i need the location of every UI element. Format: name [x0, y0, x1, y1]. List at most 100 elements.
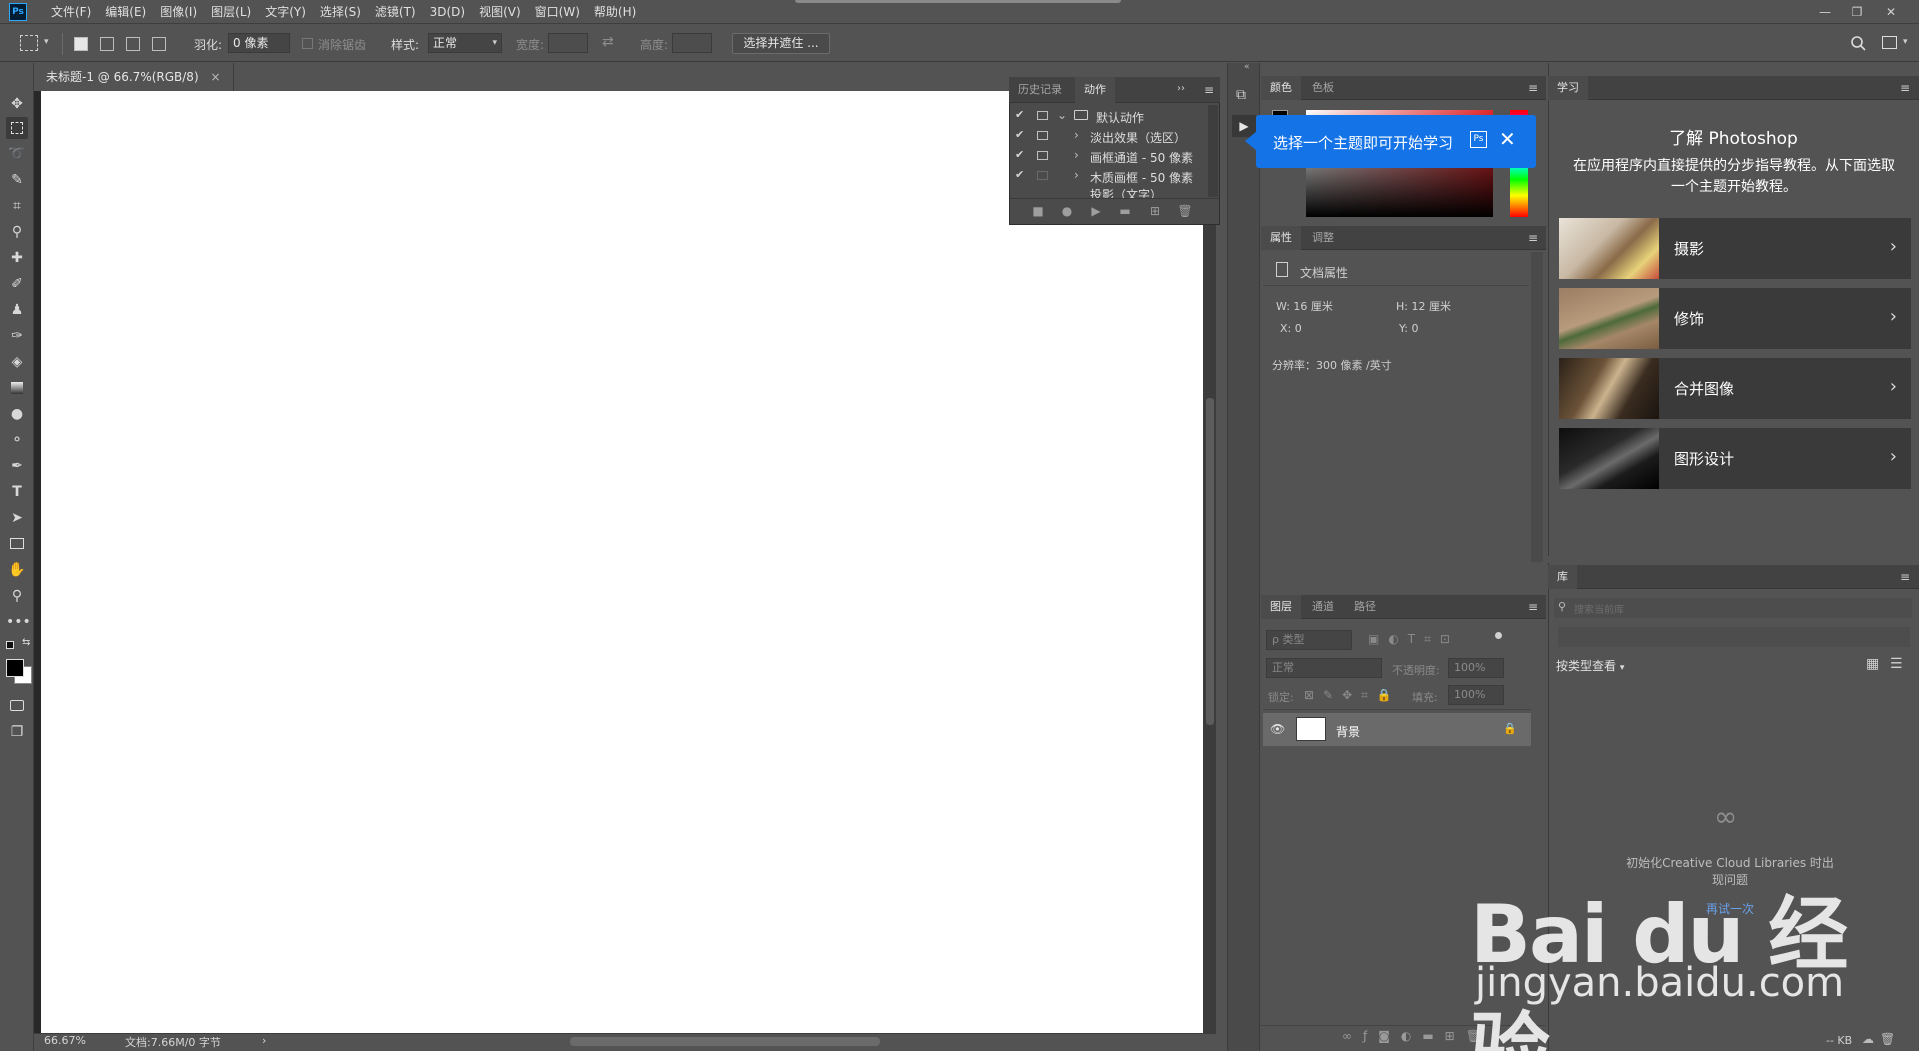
- action-row[interactable]: ✔ › 木质画框 - 50 像素: [1010, 166, 1208, 186]
- opacity-input[interactable]: 100%: [1448, 658, 1504, 678]
- height-input[interactable]: [672, 33, 712, 53]
- style-select[interactable]: 正常 ▾: [428, 33, 502, 53]
- zoom-level[interactable]: 66.67%: [44, 1034, 86, 1047]
- brush-tool-icon[interactable]: ✐: [6, 273, 28, 295]
- rectangle-tool-icon[interactable]: [6, 533, 28, 555]
- check-icon[interactable]: ✔: [1015, 148, 1024, 161]
- workspace-icon[interactable]: [1882, 36, 1897, 49]
- subtract-selection-icon[interactable]: [126, 37, 140, 51]
- history-panel-icon[interactable]: ⧉: [1236, 87, 1246, 103]
- eyedropper-tool-icon[interactable]: ⚲: [6, 221, 28, 243]
- tab-actions[interactable]: 动作: [1075, 77, 1115, 103]
- chevron-down-icon[interactable]: ⌄: [1057, 108, 1067, 122]
- foreground-color-swatch[interactable]: [6, 659, 24, 677]
- y-value[interactable]: Y: 0: [1399, 322, 1418, 335]
- swap-icon[interactable]: ⇄: [602, 34, 614, 50]
- close-tab-icon[interactable]: ×: [210, 70, 220, 84]
- clone-stamp-tool-icon[interactable]: ♟: [6, 299, 28, 321]
- library-search-field[interactable]: ⚲ 搜索当前库: [1554, 598, 1912, 618]
- menu-layer[interactable]: 图层(L): [204, 0, 258, 24]
- menu-window[interactable]: 窗口(W): [528, 0, 587, 24]
- tab-adjustments[interactable]: 调整: [1303, 226, 1343, 250]
- feather-input[interactable]: 0 像素: [228, 33, 290, 53]
- check-icon[interactable]: ✔: [1015, 168, 1024, 181]
- fill-input[interactable]: 100%: [1448, 685, 1504, 705]
- tab-swatches[interactable]: 色板: [1303, 76, 1343, 100]
- horizontal-scrollbar-thumb[interactable]: [570, 1037, 880, 1046]
- action-row[interactable]: ✔ › 画框通道 - 50 像素: [1010, 146, 1208, 166]
- chevron-right-icon[interactable]: ›: [1074, 148, 1079, 162]
- more-tools-icon[interactable]: •••: [6, 611, 31, 633]
- panel-menu-icon[interactable]: ≡: [1898, 81, 1912, 95]
- dialog-toggle-icon[interactable]: [1037, 151, 1048, 160]
- learn-topic-composite[interactable]: 合并图像 ›: [1559, 358, 1911, 419]
- library-select[interactable]: [1558, 627, 1910, 647]
- marquee-preset-icon[interactable]: [20, 35, 38, 51]
- menu-type[interactable]: 文字(Y): [258, 0, 313, 24]
- hand-tool-icon[interactable]: ✋: [6, 559, 28, 581]
- new-set-folder-icon[interactable]: ▬: [1117, 203, 1133, 219]
- filter-toggle-icon[interactable]: [1495, 632, 1502, 639]
- quick-mask-icon[interactable]: [6, 695, 28, 717]
- menu-select[interactable]: 选择(S): [313, 0, 368, 24]
- actions-scrollbar[interactable]: [1208, 105, 1218, 197]
- view-by-type-select[interactable]: 按类型查看 ▾: [1556, 657, 1624, 674]
- dodge-tool-icon[interactable]: ⚬: [6, 429, 28, 451]
- marquee-tool-icon[interactable]: [6, 117, 28, 139]
- document-tab[interactable]: 未标题-1 @ 66.7%(RGB/8) ×: [34, 63, 234, 91]
- move-tool-icon[interactable]: ✥: [6, 93, 28, 115]
- type-tool-icon[interactable]: T: [6, 481, 28, 503]
- x-value[interactable]: X: 0: [1280, 322, 1302, 335]
- collapse-panel-icon[interactable]: ››: [1177, 83, 1185, 94]
- panel-menu-icon[interactable]: ≡: [1526, 600, 1540, 614]
- width-value[interactable]: W: 16 厘米: [1276, 298, 1333, 314]
- learn-topic-photography[interactable]: 摄影 ›: [1559, 218, 1911, 279]
- tab-learn[interactable]: 学习: [1548, 76, 1588, 100]
- layer-filter-select[interactable]: ρ 类型: [1266, 630, 1352, 650]
- document-canvas[interactable]: [41, 91, 1203, 1033]
- zoom-tool-icon[interactable]: ⚲: [6, 585, 28, 607]
- action-row[interactable]: ✔ › 淡出效果（选区）: [1010, 126, 1208, 146]
- lock-icon[interactable]: 🔒: [1503, 722, 1517, 735]
- close-icon[interactable]: ✕: [1499, 127, 1516, 151]
- play-icon[interactable]: ▶: [1088, 203, 1104, 219]
- width-input[interactable]: [548, 33, 588, 53]
- menu-edit[interactable]: 编辑(E): [98, 0, 153, 24]
- tab-history[interactable]: 历史记录: [1009, 77, 1071, 103]
- crop-tool-icon[interactable]: ⌗: [6, 195, 28, 217]
- dialog-toggle-icon[interactable]: [1037, 111, 1048, 120]
- action-set-row[interactable]: ✔ ⌄ 默认动作: [1010, 106, 1208, 126]
- tab-libraries[interactable]: 库: [1548, 565, 1577, 589]
- antialias-checkbox[interactable]: [302, 38, 313, 49]
- layer-thumbnail[interactable]: [1296, 717, 1326, 741]
- panel-menu-icon[interactable]: ≡: [1526, 231, 1540, 245]
- swap-colors-icon[interactable]: ⇆: [22, 637, 30, 648]
- tab-layers[interactable]: 图层: [1261, 595, 1301, 619]
- menu-image[interactable]: 图像(I): [153, 0, 204, 24]
- select-and-mask-button[interactable]: 选择并遮住 ...: [732, 33, 830, 54]
- record-icon[interactable]: ●: [1059, 203, 1075, 219]
- tab-paths[interactable]: 路径: [1345, 595, 1385, 619]
- dialog-toggle-icon[interactable]: [1037, 131, 1048, 140]
- panel-menu-icon[interactable]: ≡: [1898, 570, 1912, 584]
- pen-tool-icon[interactable]: ✒: [6, 455, 28, 477]
- quick-select-tool-icon[interactable]: ✎: [6, 169, 28, 191]
- dialog-toggle-icon[interactable]: [1037, 171, 1048, 180]
- minimize-button[interactable]: —: [1812, 2, 1838, 22]
- lock-icons[interactable]: ⊠✎✥⌗🔒: [1304, 688, 1401, 703]
- tab-color[interactable]: 颜色: [1261, 76, 1301, 100]
- gradient-tool-icon[interactable]: [6, 377, 28, 399]
- vertical-scrollbar-thumb[interactable]: [1206, 398, 1214, 725]
- learn-topic-retouch[interactable]: 修饰 ›: [1559, 288, 1911, 349]
- blend-mode-select[interactable]: 正常: [1266, 658, 1382, 678]
- intersect-selection-icon[interactable]: [152, 37, 166, 51]
- status-menu-arrow-icon[interactable]: ›: [262, 1034, 266, 1047]
- close-window-button[interactable]: ✕: [1878, 2, 1904, 22]
- trash-icon[interactable]: 🗑: [1177, 203, 1193, 219]
- chevron-right-icon[interactable]: ›: [1074, 168, 1079, 182]
- properties-scrollbar[interactable]: [1531, 252, 1543, 562]
- list-view-icon[interactable]: ☰: [1890, 656, 1903, 672]
- path-select-tool-icon[interactable]: ➤: [6, 507, 28, 529]
- panel-menu-icon[interactable]: ≡: [1202, 83, 1216, 97]
- tab-properties[interactable]: 属性: [1261, 226, 1301, 250]
